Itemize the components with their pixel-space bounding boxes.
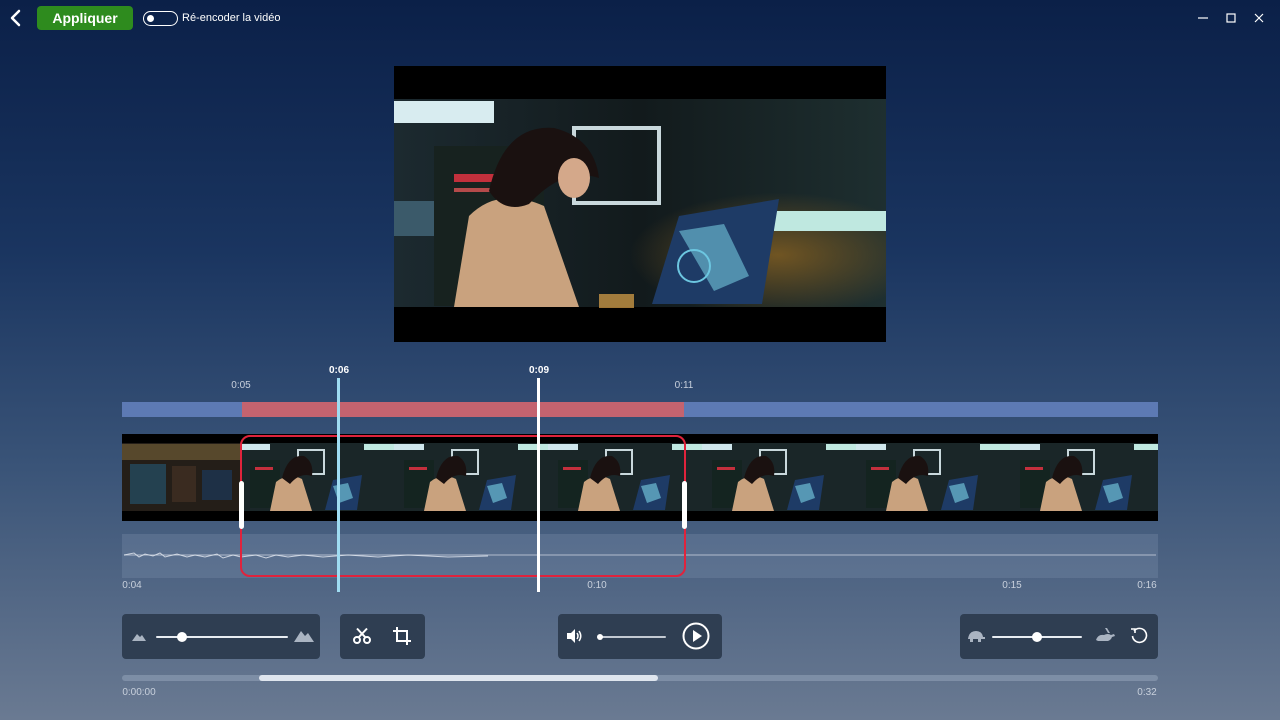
- timeline-mark-label: 0:15: [1002, 580, 1022, 591]
- apply-button[interactable]: Appliquer: [37, 6, 133, 30]
- turtle-icon[interactable]: [966, 628, 986, 642]
- audio-waveform[interactable]: [122, 534, 1158, 578]
- crop-icon[interactable]: [393, 627, 411, 645]
- back-arrow-icon[interactable]: [6, 8, 26, 28]
- zoom-slider-track[interactable]: [156, 636, 288, 638]
- scissors-icon[interactable]: [353, 627, 371, 645]
- playhead-marker-current[interactable]: [537, 378, 540, 592]
- volume-slider-knob[interactable]: [597, 634, 603, 640]
- rabbit-icon[interactable]: [1094, 627, 1116, 643]
- edit-tools-panel: [340, 614, 425, 659]
- toggle-knob: [147, 14, 154, 22]
- waveform-graph: [123, 552, 1156, 559]
- timeline-scrollbar-thumb[interactable]: [259, 675, 658, 681]
- range-selection[interactable]: [242, 402, 684, 417]
- speed-slider-knob[interactable]: [1032, 632, 1042, 642]
- trim-end-handle[interactable]: [682, 481, 687, 529]
- filmstrip-thumbnails: [122, 442, 1158, 512]
- playback-panel: [558, 614, 722, 659]
- playhead-current-label: 0:09: [528, 365, 550, 376]
- zoom-out-mountain-icon[interactable]: [132, 631, 146, 641]
- speed-panel: [960, 614, 1158, 659]
- close-icon[interactable]: [1251, 10, 1267, 26]
- volume-slider-track[interactable]: [600, 636, 666, 638]
- filmstrip[interactable]: [122, 434, 1158, 521]
- video-frame: [394, 99, 886, 308]
- maximize-icon[interactable]: [1223, 10, 1239, 26]
- playhead-marker-start[interactable]: [337, 378, 340, 592]
- total-duration-label: 0:32: [1137, 687, 1157, 698]
- range-start-label: 0:05: [231, 380, 251, 391]
- zoom-slider-knob[interactable]: [177, 632, 188, 642]
- minimize-icon[interactable]: [1195, 10, 1211, 26]
- zoom-in-mountain-icon[interactable]: [294, 628, 314, 642]
- trim-start-handle[interactable]: [239, 481, 244, 529]
- volume-icon[interactable]: [567, 629, 583, 643]
- elapsed-time-label: 0:00:00: [122, 687, 156, 698]
- timeline-end-label: 0:16: [1137, 580, 1157, 591]
- playhead-start-label: 0:06: [328, 365, 350, 376]
- range-end-label: 0:11: [674, 380, 694, 391]
- timeline-start-label: 0:04: [122, 580, 142, 591]
- reset-speed-icon[interactable]: [1130, 627, 1148, 645]
- zoom-panel: [122, 614, 320, 659]
- reencode-label: Ré-encoder la vidéo: [182, 12, 281, 24]
- timeline-mid-label: 0:10: [587, 580, 607, 591]
- video-preview[interactable]: [394, 66, 886, 342]
- play-icon[interactable]: [682, 622, 710, 650]
- reencode-toggle[interactable]: [143, 11, 178, 26]
